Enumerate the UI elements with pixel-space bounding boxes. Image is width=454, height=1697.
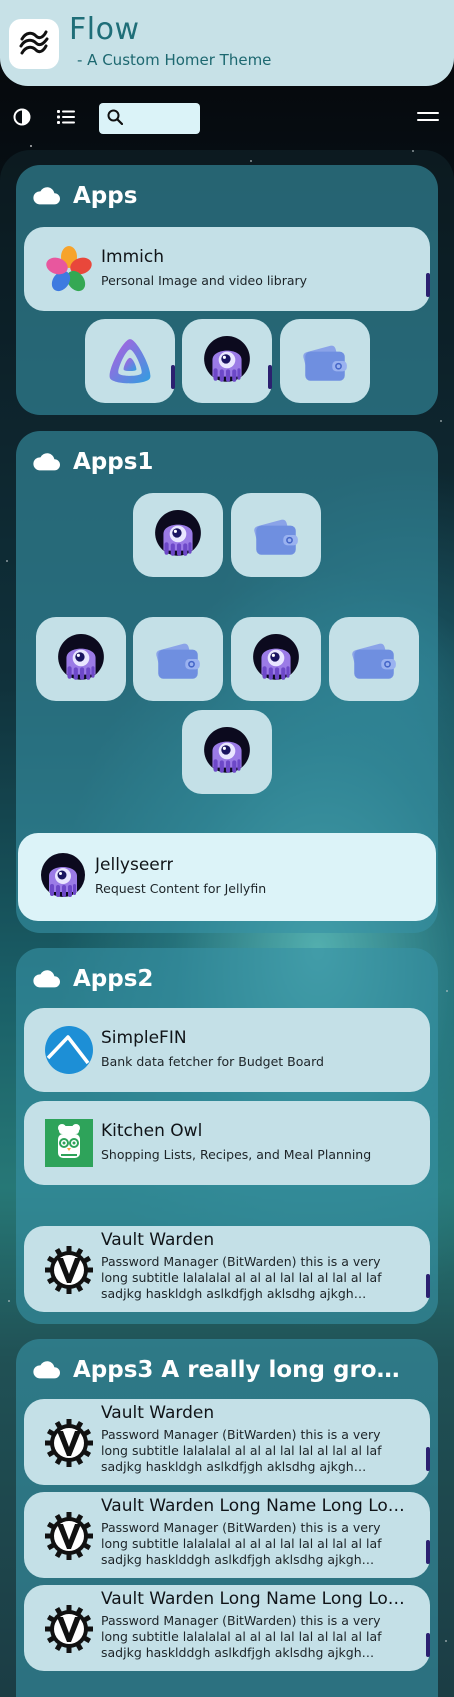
half-circle-contrast-icon[interactable] (11, 106, 33, 128)
card-subtitle: Password Manager (BitWarden) this is a v… (101, 1520, 382, 1567)
group-title: Apps (73, 183, 138, 209)
card-edge-marker (426, 1274, 430, 1298)
card-subtitle: Personal Image and video library (101, 273, 308, 288)
vaultwarden-gear-icon (44, 1245, 94, 1295)
service-card-jellyseerr[interactable]: Jellyseerr Request Content for Jellyfin (18, 833, 436, 921)
tile-wallet[interactable] (231, 493, 321, 577)
group-apps3: Apps3 A really long group na... Vault Wa… (16, 1339, 438, 1697)
card-title: Vault Warden (101, 1403, 215, 1423)
card-title: Vault Warden (101, 1230, 215, 1250)
tile-jellyseerr[interactable] (36, 617, 126, 701)
vaultwarden-gear-icon (44, 1511, 94, 1561)
cloud-icon (32, 451, 60, 473)
kitchenowl-icon (44, 1118, 94, 1168)
jellyseerr-octopus-icon (250, 633, 302, 685)
tile-jellyseerr[interactable] (182, 710, 272, 794)
service-card-simplefin[interactable]: SimpleFIN Bank data fetcher for Budget B… (24, 1008, 430, 1092)
card-title: Jellyseerr (95, 855, 174, 875)
service-card-vault-warden[interactable]: Vault Warden Password Manager (BitWarden… (24, 1399, 430, 1485)
card-subtitle: Bank data fetcher for Budget Board (101, 1054, 324, 1069)
service-card-vault-warden-long[interactable]: Vault Warden Long Name Long Lon... Passw… (24, 1492, 430, 1578)
vaultwarden-gear-icon (44, 1604, 94, 1654)
simplefin-icon (44, 1025, 94, 1075)
app-title: Flow (69, 12, 140, 47)
hamburger-menu-icon[interactable] (416, 106, 440, 128)
group-header: Apps (32, 179, 137, 213)
jellyseerr-octopus-icon (55, 633, 107, 685)
wallet-icon (250, 509, 302, 561)
card-edge-marker (426, 273, 430, 297)
card-subtitle: Request Content for Jellyfin (95, 881, 267, 896)
service-card-vault-warden-long[interactable]: Vault Warden Long Name Long Lon... Passw… (24, 1585, 430, 1671)
card-edge-marker (426, 1540, 430, 1564)
wallet-icon (299, 335, 351, 387)
service-card-vault-warden[interactable]: Vault Warden Password Manager (BitWarden… (24, 1226, 430, 1312)
cloud-icon (32, 968, 60, 990)
card-title: Vault Warden Long Name Long Lon... (101, 1589, 411, 1609)
card-title: SimpleFIN (101, 1028, 187, 1048)
group-apps2: Apps2 SimpleFIN Bank data fetcher for Bu… (16, 948, 438, 1324)
tile-jellyseerr[interactable] (182, 319, 272, 403)
group-header: Apps3 A really long group na... (32, 1353, 413, 1387)
card-title: Vault Warden Long Name Long Lon... (101, 1496, 411, 1516)
group-title: Apps2 (73, 966, 154, 992)
card-title: Immich (101, 247, 164, 267)
jellyseerr-octopus-icon (38, 852, 88, 902)
group-apps: Apps Immich Personal Image and video lib… (16, 165, 438, 415)
tile-wallet[interactable] (280, 319, 370, 403)
card-edge-marker (426, 1447, 430, 1471)
group-apps1: Apps1 Jellyseerr Request Content for Jel… (16, 431, 438, 933)
jellyseerr-octopus-icon (152, 509, 204, 561)
card-edge-marker (426, 1633, 430, 1657)
immich-pinwheel-icon (44, 244, 94, 294)
search-input[interactable] (127, 111, 197, 126)
service-card-immich[interactable]: Immich Personal Image and video library (24, 227, 430, 311)
search-icon (107, 109, 124, 129)
app-header: Flow - A Custom Homer Theme (0, 0, 454, 86)
card-subtitle: Shopping Lists, Recipes, and Meal Planni… (101, 1147, 372, 1162)
card-subtitle: Password Manager (BitWarden) this is a v… (101, 1254, 382, 1301)
tile-wallet[interactable] (133, 617, 223, 701)
jellyseerr-octopus-icon (201, 726, 253, 778)
card-subtitle: Password Manager (BitWarden) this is a v… (101, 1427, 382, 1474)
search-box[interactable] (99, 103, 200, 134)
tile-edge-marker (268, 365, 272, 389)
app-subtitle: - A Custom Homer Theme (77, 51, 272, 69)
group-title: Apps3 A really long group na... (73, 1357, 413, 1383)
tile-edge-marker (171, 365, 175, 389)
tile-jellyfin[interactable] (85, 319, 175, 403)
wallet-icon (348, 633, 400, 685)
tile-wallet[interactable] (329, 617, 419, 701)
tile-jellyseerr[interactable] (231, 617, 321, 701)
cloud-icon (32, 1359, 60, 1381)
cloud-icon (32, 185, 60, 207)
card-subtitle: Password Manager (BitWarden) this is a v… (101, 1613, 382, 1660)
jellyseerr-octopus-icon (201, 335, 253, 387)
tile-jellyseerr[interactable] (133, 493, 223, 577)
vaultwarden-gear-icon (44, 1418, 94, 1468)
service-card-kitchen-owl[interactable]: Kitchen Owl Shopping Lists, Recipes, and… (24, 1101, 430, 1185)
group-title: Apps1 (73, 449, 154, 475)
list-icon[interactable] (55, 106, 77, 128)
wallet-icon (152, 633, 204, 685)
card-title: Kitchen Owl (101, 1121, 203, 1141)
group-header: Apps2 (32, 962, 153, 996)
jellyfin-triangle-icon (104, 335, 156, 387)
toolbar (0, 100, 454, 136)
flow-logo-icon[interactable] (9, 19, 59, 69)
group-header: Apps1 (32, 445, 153, 479)
